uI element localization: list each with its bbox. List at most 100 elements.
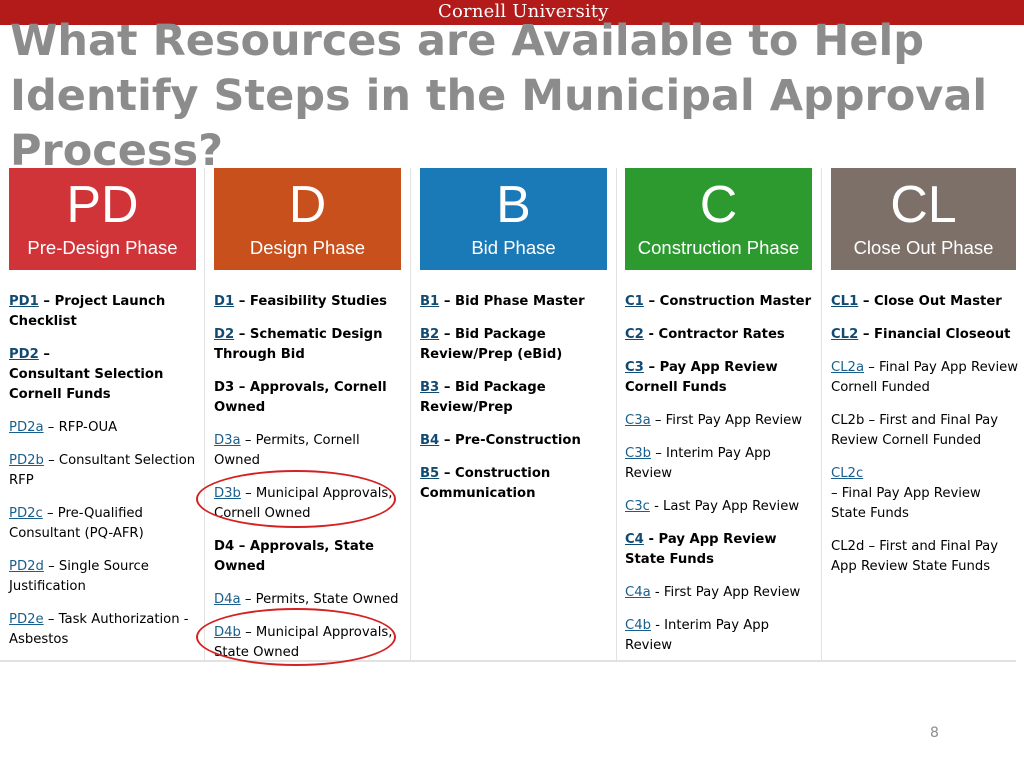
resource-link[interactable]: D4b (214, 625, 241, 640)
resource-link[interactable]: C4 (625, 532, 644, 547)
resource-text-line: C2 - Contractor Rates (625, 325, 822, 345)
phase-name: Construction Phase (637, 237, 800, 258)
resource-link[interactable]: B4 (420, 433, 439, 448)
resource-text-line: PD2b – Consultant Selection (9, 451, 206, 471)
resource-link[interactable]: C3 (625, 360, 644, 375)
resource-link[interactable]: D3b (214, 486, 241, 501)
resource-link[interactable]: D4a (214, 592, 241, 607)
resource-link[interactable]: CL1 (831, 294, 858, 309)
resource-item: CL2b – First and Final Pay Review Cornell… (831, 411, 1024, 451)
resource-link[interactable]: PD2d (9, 559, 44, 574)
resource-text: State Funds (625, 552, 714, 567)
title-line: What Resources are Available to Help (10, 16, 925, 66)
resource-link[interactable]: B2 (420, 327, 439, 342)
resource-list: CL1 – Close Out Master CL2 – Financial Cl… (831, 292, 1024, 590)
resource-text: Review (625, 638, 673, 653)
resource-text-line: Justification (9, 577, 206, 597)
resource-text: – (43, 347, 50, 362)
resource-item: C3b – Interim Pay App Review (625, 444, 822, 484)
resource-text: D4 – Approvals, State (214, 539, 374, 554)
resource-item: PD2a – RFP-OUA (9, 418, 206, 438)
resource-text-line: Cornell Funds (625, 378, 822, 398)
resource-link[interactable]: PD2 (9, 347, 39, 362)
title-line: Identify Steps in the Municipal Approval (10, 71, 988, 121)
resource-link[interactable]: B5 (420, 466, 439, 481)
resource-text-line: C3c - Last Pay App Review (625, 497, 822, 517)
resource-link[interactable]: PD2c (9, 506, 43, 521)
resource-text-line: D4 – Approvals, State (214, 537, 411, 557)
resource-link[interactable]: CL2c (831, 466, 863, 481)
resource-text: CL2d – First and Final Pay (831, 539, 999, 554)
resource-text: Review/Prep (420, 400, 513, 415)
resource-link[interactable]: C4b (625, 618, 651, 633)
phase-code: PD (66, 176, 139, 234)
phase-header: D Design Phase (214, 168, 401, 270)
resource-text-line: Review/Prep (420, 398, 617, 418)
resource-text: – Pre-Construction (443, 433, 581, 448)
resource-text-line: Review/Prep (eBid) (420, 345, 617, 365)
resource-text-line: B5 – Construction (420, 464, 617, 484)
resource-text-line: State Funds (831, 504, 1024, 524)
resource-text: – Bid Package (443, 380, 546, 395)
resource-link[interactable]: C1 (625, 294, 644, 309)
resource-text: Cornell Owned (214, 506, 311, 521)
resource-item: CL1 – Close Out Master (831, 292, 1024, 312)
resource-link[interactable]: C3b (625, 446, 651, 461)
resource-link[interactable]: B1 (420, 294, 439, 309)
resource-link[interactable]: C3a (625, 413, 651, 428)
resource-text-line: Review (625, 636, 822, 656)
resource-link[interactable]: C2 (625, 327, 644, 342)
resource-text-line: Consultant Selection (9, 365, 206, 385)
resource-link[interactable]: PD2b (9, 453, 44, 468)
resource-text: – Permits, State Owned (244, 592, 399, 607)
resource-link[interactable]: D2 (214, 327, 234, 342)
resource-text-line: Asbestos (9, 630, 206, 650)
resource-text-line: D1 – Feasibility Studies (214, 292, 411, 312)
resource-text-line: Review (625, 464, 822, 484)
resource-text: CL2b – First and Final Pay (831, 413, 999, 428)
resource-item: D1 – Feasibility Studies (214, 292, 411, 312)
resource-link[interactable]: CL2a (831, 360, 864, 375)
resource-item: B4 – Pre-Construction (420, 431, 617, 451)
resource-text-line: Cornell Funds (9, 385, 206, 405)
resource-text: – Pre-Qualified (46, 506, 143, 521)
resource-item: B1 – Bid Phase Master (420, 292, 617, 312)
resource-text-line: B3 – Bid Package (420, 378, 617, 398)
resource-text: - First Pay App Review (654, 585, 801, 600)
resource-text-line: PD2e – Task Authorization - (9, 610, 206, 630)
resource-text: – Financial Closeout (862, 327, 1011, 342)
resource-text-line: B2 – Bid Package (420, 325, 617, 345)
resource-item: C4b - Interim Pay App Review (625, 616, 822, 656)
resource-text-line: – Final Pay App Review (831, 484, 1024, 504)
resource-link[interactable]: C3c (625, 499, 650, 514)
resource-text-line: C4 - Pay App Review (625, 530, 822, 550)
resource-text: Consultant Selection (9, 367, 164, 382)
resource-link[interactable]: D1 (214, 294, 234, 309)
resource-link[interactable]: PD2e (9, 612, 44, 627)
resource-text: – Construction Master (648, 294, 812, 309)
resource-item: CL2d – First and Final Pay App Review Sta… (831, 537, 1024, 577)
resource-link[interactable]: D3a (214, 433, 241, 448)
resource-link[interactable]: PD1 (9, 294, 39, 309)
resource-text-line: Checklist (9, 312, 206, 332)
resource-list: B1 – Bid Phase Master B2 – Bid Package Rev… (420, 292, 617, 517)
phase-column-b: B Bid Phase B1 – Bid Phase Master B2 – Bid … (420, 168, 617, 660)
resource-text: – Project Launch (43, 294, 166, 309)
resource-link[interactable]: CL2 (831, 327, 858, 342)
resource-list: D1 – Feasibility Studies D2 – Schematic D… (214, 292, 411, 676)
resource-text-line: CL1 – Close Out Master (831, 292, 1024, 312)
phase-column-pd: PD Pre-Design Phase PD1 – Project Launch Ch… (9, 168, 206, 660)
resource-item: CL2c – Final Pay App Review State Funds (831, 464, 1024, 524)
resource-text: – Final Pay App Review (831, 486, 981, 501)
resource-link[interactable]: PD2a (9, 420, 44, 435)
resource-item: B2 – Bid Package Review/Prep (eBid) (420, 325, 617, 365)
resource-text: - Interim Pay App (655, 618, 769, 633)
resource-text: - Pay App Review (648, 532, 777, 547)
phase-name: Bid Phase (471, 237, 556, 258)
resource-link[interactable]: C4a (625, 585, 651, 600)
resource-text: State Funds (831, 506, 909, 521)
resource-link[interactable]: B3 (420, 380, 439, 395)
resource-text: - Contractor Rates (648, 327, 785, 342)
phase-column-d: D Design Phase D1 – Feasibility Studies D2 … (214, 168, 411, 660)
phase-header: CL Close Out Phase (831, 168, 1016, 270)
